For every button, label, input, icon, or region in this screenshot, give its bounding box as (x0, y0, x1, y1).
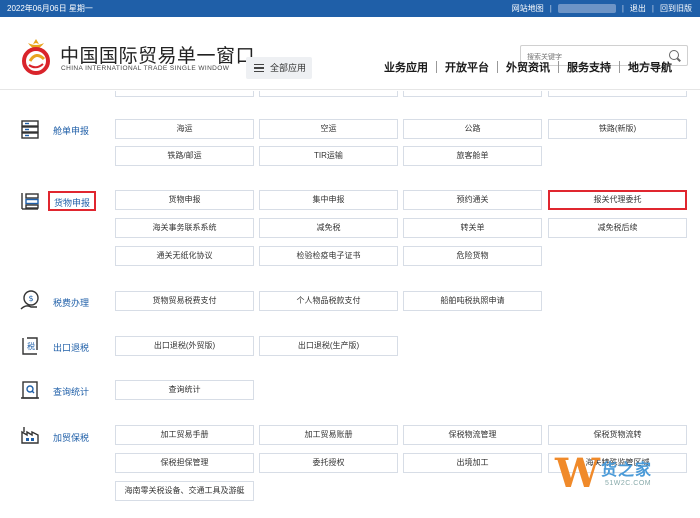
section-label-query-statistics[interactable]: 查询统计 (53, 385, 89, 398)
processing-trade-icon (21, 427, 39, 444)
query-statistics-icon (21, 381, 39, 399)
section-label-export-tax-rebate[interactable]: 出口退税 (53, 341, 89, 354)
app-passenger-manifest[interactable]: 旅客舱单 (403, 146, 542, 166)
app-personal-items-tax-payment[interactable]: 个人物品税款支付 (259, 291, 398, 311)
app-bonded-goods-transfer[interactable]: 保税货物流转 (548, 425, 687, 445)
menu-icon (254, 64, 264, 72)
app-trade-tax-payment[interactable]: 货物贸易税费支付 (115, 291, 254, 311)
nav-open-platform[interactable]: 开放平台 (437, 59, 497, 75)
app-cargo-declaration[interactable]: 货物申报 (115, 190, 254, 210)
app-bonded-guarantee[interactable]: 保税担保管理 (115, 453, 254, 473)
app-customs-agent-entrustment[interactable]: 报关代理委托 (548, 190, 687, 210)
logout-link[interactable]: 退出 (630, 0, 646, 17)
app-export-rebate-production[interactable]: 出口退税(生产版) (259, 336, 398, 356)
watermark-w-icon: W (555, 450, 600, 497)
svg-text:税: 税 (27, 341, 35, 351)
nav-business-apps[interactable]: 业务应用 (376, 59, 436, 75)
scrolled-tile[interactable] (115, 91, 254, 97)
app-sea-transport[interactable]: 海运 (115, 119, 254, 139)
scrolled-tile[interactable] (259, 91, 398, 97)
all-apps-button[interactable]: 全部应用 (246, 57, 312, 79)
tax-payment-icon: $ (20, 290, 39, 310)
app-appointment-clearance[interactable]: 预约通关 (403, 190, 542, 210)
site-map-link[interactable]: 网站地图 (512, 0, 544, 17)
watermark-url: 51W2C.COM (605, 480, 652, 487)
scrolled-tile[interactable] (403, 91, 542, 97)
cargo-declaration-icon (21, 193, 39, 210)
brand-name: 中国国际贸易单一窗口 (60, 46, 256, 67)
app-hainan-zero-tariff[interactable]: 海南零关税设备、交通工具及游艇 (115, 481, 254, 501)
app-entrust-authorization[interactable]: 委托授权 (259, 453, 398, 473)
top-links: 网站地图 | | 退出 | 回到旧版 (512, 0, 692, 17)
section-label-manifest[interactable]: 舱单申报 (53, 124, 89, 137)
export-tax-rebate-icon: 税 (22, 337, 38, 355)
app-customs-affairs-contact[interactable]: 海关事务联系系统 (115, 218, 254, 238)
watermark-logo: W 货之家 51W2C.COM (555, 446, 695, 506)
app-railway-new[interactable]: 铁路(新版) (548, 119, 687, 139)
app-railway-postal[interactable]: 铁路/邮运 (115, 146, 254, 166)
nav-trade-news[interactable]: 外贸资讯 (498, 59, 558, 75)
page: 2022年06月06日 星期一 网站地图 | | 退出 | 回到旧版 中国国际贸… (0, 0, 700, 518)
app-inspection-e-certificate[interactable]: 检验检疫电子证书 (259, 246, 398, 266)
scrolled-tile[interactable] (548, 91, 687, 97)
section-label-tax-payment[interactable]: 税费办理 (53, 296, 89, 309)
app-centralized-declaration[interactable]: 集中申报 (259, 190, 398, 210)
app-paperless-agreement[interactable]: 通关无纸化协议 (115, 246, 254, 266)
app-outbound-processing[interactable]: 出境加工 (403, 453, 542, 473)
watermark-text: 货之家 (601, 462, 653, 479)
top-bar: 2022年06月06日 星期一 网站地图 | | 退出 | 回到旧版 (0, 0, 700, 17)
app-query-statistics[interactable]: 查询统计 (115, 380, 254, 400)
all-apps-label: 全部应用 (270, 63, 307, 73)
svg-text:$: $ (28, 294, 33, 303)
app-bonded-logistics[interactable]: 保税物流管理 (403, 425, 542, 445)
section-label-cargo-declaration[interactable]: 货物申报 (54, 196, 90, 209)
separator: | (549, 4, 552, 13)
single-window-logo-icon (22, 39, 50, 75)
brand-name-english: CHINA INTERNATIONAL TRADE SINGLE WINDOW (61, 65, 230, 72)
app-tir-transport[interactable]: TIR运输 (259, 146, 398, 166)
main-nav: 业务应用 开放平台 外贸资讯 服务支持 地方导航 (376, 59, 680, 75)
separator: | (651, 4, 654, 13)
app-air-transport[interactable]: 空运 (259, 119, 398, 139)
old-version-link[interactable]: 回到旧版 (660, 0, 692, 17)
manifest-icon (21, 120, 39, 139)
blurred-username (557, 4, 616, 13)
section-label-processing-trade[interactable]: 加贸保税 (53, 431, 89, 444)
app-tax-reduction-followup[interactable]: 减免税后续 (548, 218, 687, 238)
app-processing-trade-account[interactable]: 加工贸易账册 (259, 425, 398, 445)
app-transfer-declaration[interactable]: 转关单 (403, 218, 542, 238)
app-processing-trade-manual[interactable]: 加工贸易手册 (115, 425, 254, 445)
current-date: 2022年06月06日 星期一 (7, 4, 93, 13)
app-road-transport[interactable]: 公路 (403, 119, 542, 139)
app-tax-reduction[interactable]: 减免税 (259, 218, 398, 238)
app-ship-tonnage-license[interactable]: 船舶吨税执照申请 (403, 291, 542, 311)
app-export-rebate-trade[interactable]: 出口退税(外贸版) (115, 336, 254, 356)
app-dangerous-goods[interactable]: 危险货物 (403, 246, 542, 266)
nav-service-support[interactable]: 服务支持 (559, 59, 619, 75)
header: 中国国际贸易单一窗口 CHINA INTERNATIONAL TRADE SIN… (0, 17, 700, 90)
nav-local-navigation[interactable]: 地方导航 (620, 59, 680, 75)
separator: | (621, 4, 624, 13)
